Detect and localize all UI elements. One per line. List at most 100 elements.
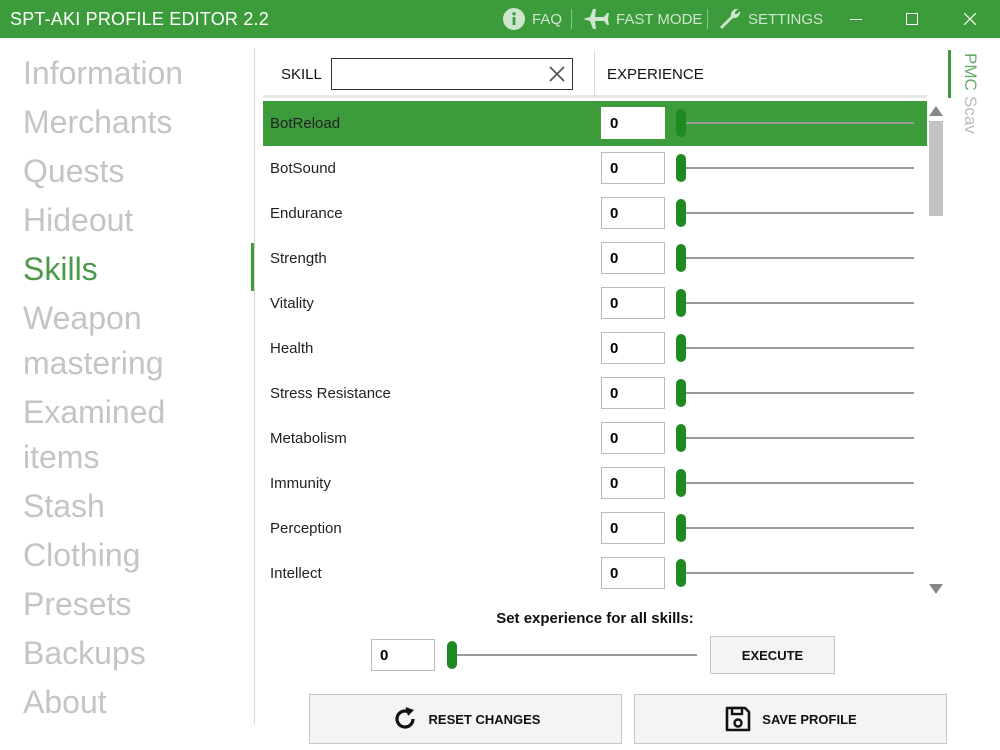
nav-item-stash[interactable]: Stash	[23, 484, 105, 529]
slider-track	[676, 302, 914, 304]
table-row[interactable]: Intellect	[263, 551, 927, 596]
nav-item-hideout[interactable]: Hideout	[23, 198, 133, 243]
reset-changes-button[interactable]: RESET CHANGES	[309, 694, 622, 744]
slider-thumb[interactable]	[676, 334, 686, 362]
nav-item-backups[interactable]: Backups	[23, 631, 146, 676]
side-tab-indicator	[948, 50, 951, 98]
table-row[interactable]: Endurance	[263, 191, 927, 236]
experience-slider[interactable]	[676, 469, 914, 497]
slider-thumb[interactable]	[676, 379, 686, 407]
refresh-icon	[394, 707, 415, 729]
slider-track	[676, 392, 914, 394]
slider-track	[447, 654, 697, 656]
nav-item-information[interactable]: Information	[23, 51, 183, 96]
experience-slider[interactable]	[676, 244, 914, 272]
experience-input[interactable]	[601, 377, 665, 409]
nav-item-about[interactable]: About	[23, 680, 107, 725]
title-bar: SPT-AKI PROFILE EDITOR 2.2 FAQ FAST MODE…	[0, 0, 1000, 38]
faq-button[interactable]: FAQ	[502, 0, 562, 38]
slider-thumb[interactable]	[676, 289, 686, 317]
experience-slider[interactable]	[676, 109, 914, 137]
scroll-up-arrow-icon[interactable]	[929, 106, 943, 116]
experience-input[interactable]	[601, 332, 665, 364]
experience-slider[interactable]	[676, 199, 914, 227]
experience-slider[interactable]	[676, 424, 914, 452]
nav-item-examined-items[interactable]: Examined	[23, 390, 165, 435]
experience-input[interactable]	[601, 197, 665, 229]
table-row[interactable]: Metabolism	[263, 416, 927, 461]
bulk-experience-slider[interactable]	[447, 641, 697, 669]
skill-name: BotSound	[270, 160, 336, 177]
skill-search-input[interactable]	[338, 63, 538, 85]
slider-thumb[interactable]	[676, 244, 686, 272]
maximize-icon	[906, 13, 918, 25]
nav-item-clothing[interactable]: Clothing	[23, 533, 140, 578]
experience-slider[interactable]	[676, 514, 914, 542]
maximize-button[interactable]	[889, 0, 935, 38]
experience-input[interactable]	[601, 242, 665, 274]
nav-item-skills[interactable]: Skills	[23, 247, 98, 292]
nav-item-presets[interactable]: Presets	[23, 582, 131, 627]
clear-icon[interactable]	[548, 65, 566, 83]
scroll-down-arrow-icon[interactable]	[929, 584, 943, 594]
experience-input[interactable]	[601, 107, 665, 139]
slider-thumb[interactable]	[447, 641, 457, 669]
app-title: SPT-AKI PROFILE EDITOR 2.2	[10, 9, 269, 29]
slider-thumb[interactable]	[676, 514, 686, 542]
table-row[interactable]: BotReload	[263, 101, 927, 146]
table-row[interactable]: Perception	[263, 506, 927, 551]
main-navigation: Information Merchants Quests Hideout Ski…	[0, 38, 255, 750]
slider-thumb[interactable]	[676, 424, 686, 452]
table-row[interactable]: Strength	[263, 236, 927, 281]
bulk-experience-input[interactable]	[371, 639, 435, 671]
slider-thumb[interactable]	[676, 559, 686, 587]
settings-label: SETTINGS	[748, 10, 824, 28]
slider-track	[676, 482, 914, 484]
save-profile-label: SAVE PROFILE	[762, 711, 857, 727]
skill-name: Intellect	[270, 565, 322, 582]
experience-input[interactable]	[601, 152, 665, 184]
close-button[interactable]	[947, 0, 993, 38]
nav-item-weapon-mastering[interactable]: Weapon	[23, 296, 142, 341]
slider-track	[676, 572, 914, 574]
skill-name: Metabolism	[270, 430, 347, 447]
nav-item-weapon-mastering-line2[interactable]: mastering	[23, 341, 164, 386]
minimize-button[interactable]	[833, 0, 879, 38]
nav-item-quests[interactable]: Quests	[23, 149, 124, 194]
skill-name: Perception	[270, 520, 342, 537]
tab-pmc[interactable]: PMC	[960, 53, 980, 91]
table-row[interactable]: BotSound	[263, 146, 927, 191]
experience-slider[interactable]	[676, 379, 914, 407]
floppy-disk-icon	[725, 706, 751, 732]
experience-input[interactable]	[601, 557, 665, 589]
table-row[interactable]: Health	[263, 326, 927, 371]
slider-track	[676, 347, 914, 349]
experience-input[interactable]	[601, 512, 665, 544]
experience-column-header: EXPERIENCE	[607, 66, 704, 83]
slider-thumb[interactable]	[676, 109, 686, 137]
nav-item-merchants[interactable]: Merchants	[23, 100, 172, 145]
experience-input[interactable]	[601, 422, 665, 454]
slider-thumb[interactable]	[676, 469, 686, 497]
slider-thumb[interactable]	[676, 154, 686, 182]
settings-button[interactable]: SETTINGS	[718, 0, 823, 38]
experience-slider[interactable]	[676, 559, 914, 587]
experience-slider[interactable]	[676, 154, 914, 182]
save-profile-button[interactable]: SAVE PROFILE	[634, 694, 947, 744]
table-row[interactable]: Vitality	[263, 281, 927, 326]
scrollbar-thumb[interactable]	[929, 121, 943, 216]
fast-mode-button[interactable]: FAST MODE	[582, 0, 702, 38]
experience-slider[interactable]	[676, 334, 914, 362]
tab-scav[interactable]: Scav	[960, 96, 980, 134]
table-row[interactable]: Stress Resistance	[263, 371, 927, 416]
experience-input[interactable]	[601, 287, 665, 319]
table-row[interactable]: Immunity	[263, 461, 927, 506]
reset-changes-label: RESET CHANGES	[428, 711, 541, 727]
experience-input[interactable]	[601, 467, 665, 499]
slider-thumb[interactable]	[676, 199, 686, 227]
skill-name: Health	[270, 340, 314, 357]
experience-slider[interactable]	[676, 289, 914, 317]
skills-table-header: SKILL EXPERIENCE	[263, 50, 927, 98]
execute-button[interactable]: EXECUTE	[710, 636, 835, 674]
nav-item-examined-items-line2[interactable]: items	[23, 435, 99, 480]
